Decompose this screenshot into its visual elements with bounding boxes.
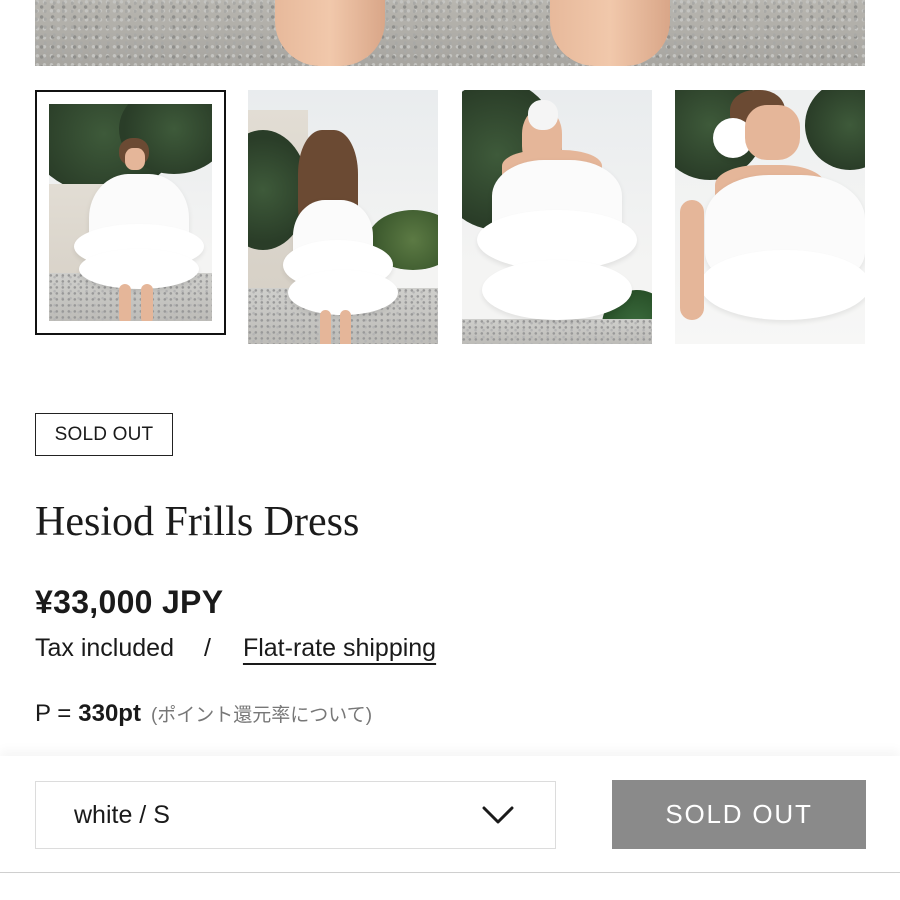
separator: /: [203, 634, 211, 662]
flat-rate-shipping-link[interactable]: Flat-rate shipping: [243, 634, 436, 663]
main-product-image[interactable]: [35, 0, 865, 66]
thumbnail-gallery: [35, 90, 865, 344]
thumbnail-3[interactable]: [462, 90, 652, 344]
points-value: 330pt: [78, 700, 141, 727]
thumbnail-2[interactable]: [248, 90, 438, 344]
product-price: ¥33,000 JPY: [35, 584, 224, 620]
sticky-purchase-bar: white / S SOLD OUT: [0, 756, 900, 873]
thumbnail-1-selected[interactable]: [35, 90, 226, 335]
points-info-link[interactable]: (ポイント還元率について): [151, 700, 372, 727]
product-title: Hesiod Frills Dress: [35, 499, 360, 545]
tax-included-label: Tax included: [35, 634, 174, 662]
points-prefix: P =: [35, 700, 72, 727]
thumbnail-4[interactable]: [675, 90, 865, 344]
points-line: P = 330pt (ポイント還元率について): [35, 700, 372, 728]
model-leg-left: [275, 0, 385, 66]
tax-shipping-line: Tax included / Flat-rate shipping: [35, 634, 436, 663]
model-leg-right: [550, 0, 670, 66]
sold-out-button[interactable]: SOLD OUT: [612, 780, 866, 849]
variant-select[interactable]: white / S: [35, 781, 556, 849]
variant-select-value: white / S: [74, 800, 170, 829]
sold-out-badge: SOLD OUT: [35, 413, 173, 456]
chevron-down-icon: [482, 806, 514, 824]
